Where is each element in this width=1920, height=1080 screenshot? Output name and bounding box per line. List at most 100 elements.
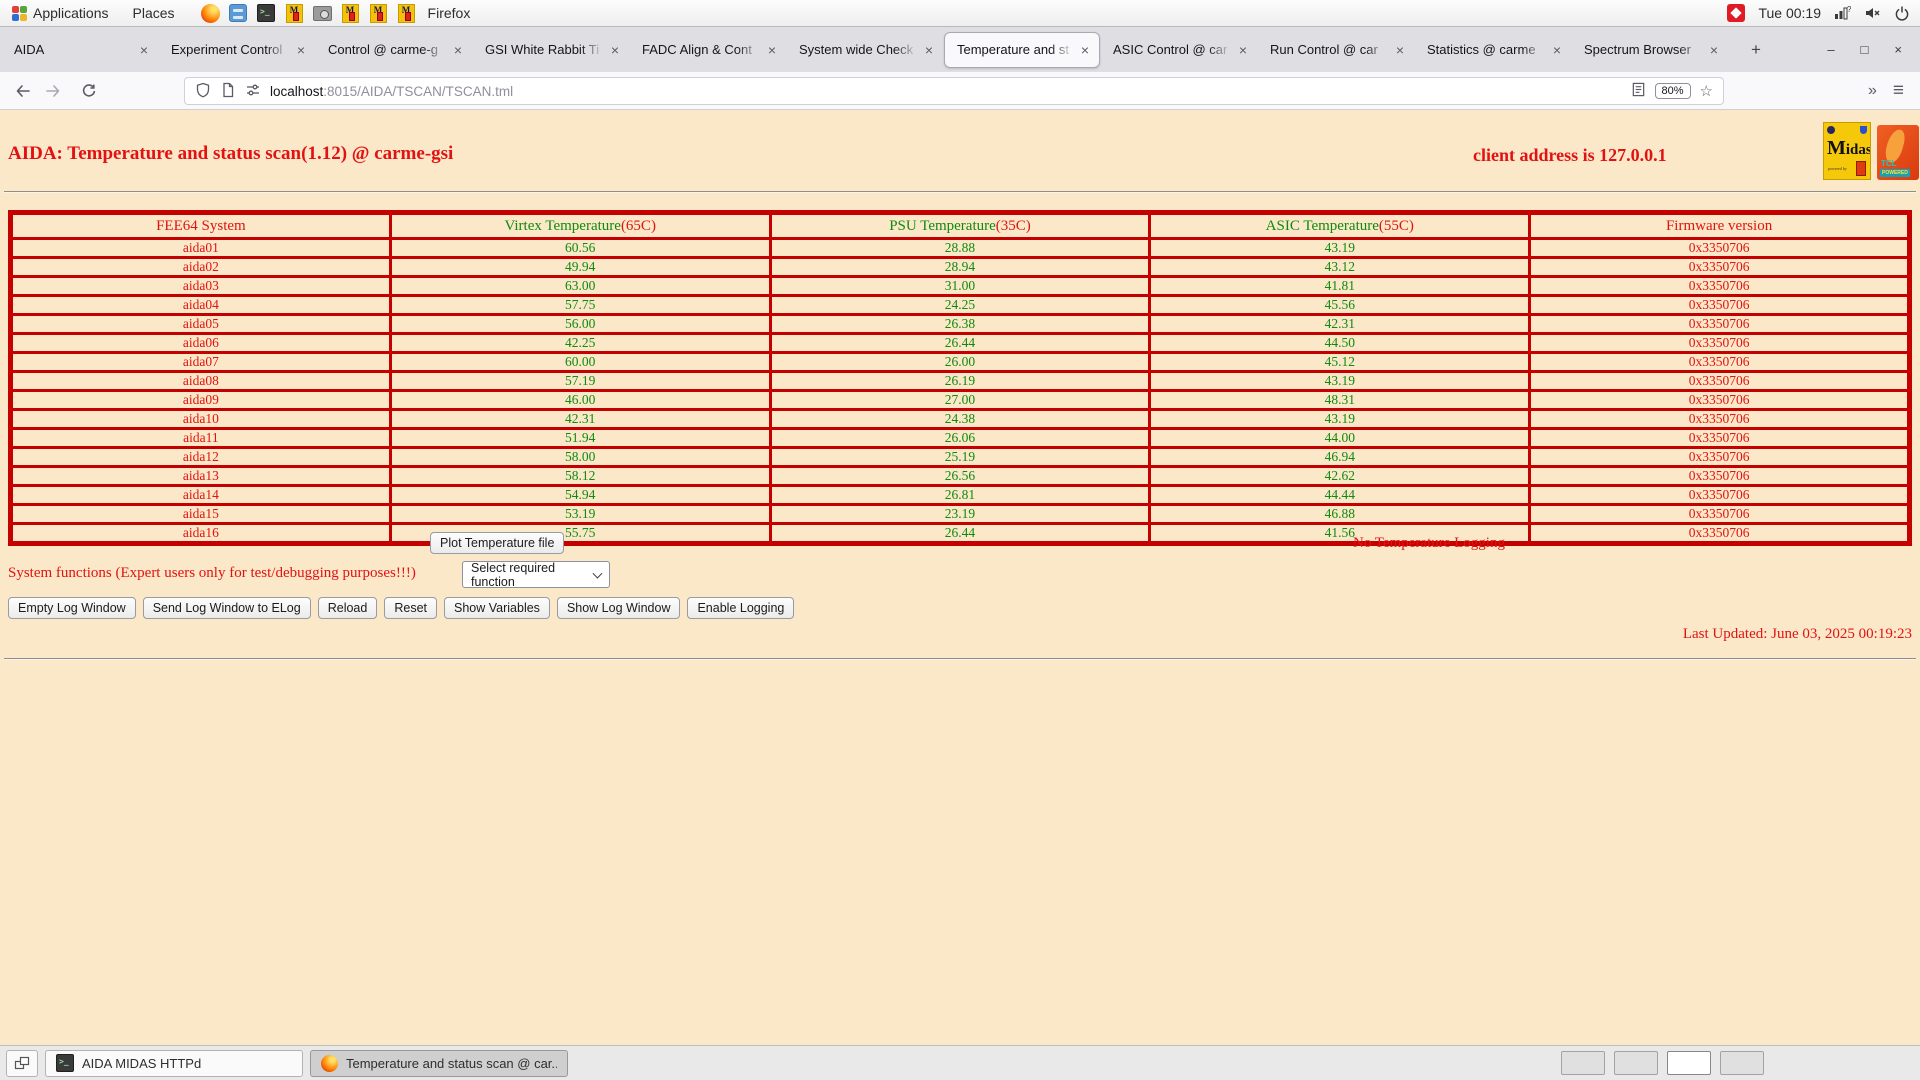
column-header: Virtex Temperature(65C) [388, 211, 772, 240]
browser-tab[interactable]: AIDA × [2, 32, 158, 68]
cell-psu: 31.00 [768, 275, 1152, 297]
tab-close-icon[interactable]: × [1235, 42, 1251, 58]
midas-launcher-icon[interactable]: M [285, 3, 304, 23]
column-header-text: Firmware version [1665, 217, 1773, 234]
action-button[interactable]: Show Variables [444, 597, 550, 619]
back-icon[interactable] [8, 77, 38, 105]
hamburger-menu-icon[interactable]: ≡ [1893, 80, 1904, 102]
url-host: localhost [270, 83, 324, 99]
midas-launcher-icon[interactable]: M [369, 3, 388, 23]
tab-title: Spectrum Browser [1584, 42, 1691, 57]
cell-system: aida16 [9, 522, 392, 545]
forward-icon[interactable] [38, 77, 68, 105]
cell-system: aida12 [9, 446, 392, 468]
action-button[interactable]: Enable Logging [687, 597, 795, 619]
active-app-menu[interactable]: Firefox [416, 0, 483, 26]
window-list-button[interactable] [6, 1049, 38, 1077]
taskbar-task-firefox[interactable]: Temperature and status scan @ car... [310, 1049, 568, 1077]
task-label: Temperature and status scan @ car... [346, 1055, 557, 1071]
cell-psu: 27.00 [768, 389, 1152, 411]
function-select[interactable]: Select required function [462, 561, 610, 589]
zoom-level-chip[interactable]: 80% [1654, 83, 1691, 99]
browser-tab[interactable]: Run Control @ car × [1258, 32, 1414, 68]
tab-close-icon[interactable]: × [1392, 42, 1408, 58]
minimize-icon[interactable]: – [1827, 42, 1834, 57]
action-button[interactable]: Reset [384, 597, 437, 619]
tcl-powered-logo[interactable]: TCL POWERED [1877, 125, 1919, 180]
clock[interactable]: Tue 00:19 [1758, 5, 1821, 21]
screenshot-launcher-icon[interactable] [312, 4, 332, 23]
firefox-launcher-icon[interactable] [200, 3, 220, 23]
task-label: AIDA MIDAS HTTPd [82, 1055, 202, 1071]
tab-close-icon[interactable]: × [450, 42, 466, 58]
plot-temperature-button[interactable]: Plot Temperature file [430, 532, 565, 554]
workspace-cell[interactable] [1614, 1051, 1658, 1075]
terminal-launcher-icon[interactable]: >_ [257, 4, 276, 23]
midas-launcher-icon[interactable]: M [341, 3, 360, 23]
system-functions-label: System functions (Expert users only for … [8, 565, 416, 581]
reload-icon[interactable] [74, 77, 104, 105]
url-bar[interactable]: localhost:8015/AIDA/TSCAN/TSCAN.tml 80% … [184, 77, 1724, 105]
workspace-cell[interactable] [1720, 1051, 1764, 1075]
maximize-icon[interactable]: □ [1861, 42, 1869, 57]
tab-close-icon[interactable]: × [1549, 42, 1565, 58]
browser-tab[interactable]: System wide Check × [787, 32, 943, 68]
table-row: aida01 60.56 28.88 43.19 0x3350706 [9, 237, 1911, 259]
cell-system: aida01 [9, 237, 392, 259]
cell-firmware: 0x3350706 [1528, 484, 1911, 506]
tab-close-icon[interactable]: × [136, 42, 152, 58]
browser-tab[interactable]: FADC Align & Cont × [630, 32, 786, 68]
applications-menu[interactable]: Applications [0, 0, 121, 26]
network-icon[interactable]: ? [1834, 5, 1851, 21]
files-launcher-icon[interactable] [229, 4, 248, 23]
reader-mode-icon[interactable] [1631, 82, 1646, 100]
volume-muted-icon[interactable] [1864, 5, 1881, 21]
cell-firmware: 0x3350706 [1528, 370, 1911, 392]
page-info-icon[interactable] [220, 82, 236, 101]
action-button[interactable]: Send Log Window to ELog [142, 597, 311, 619]
column-header: PSU Temperature(35C) [768, 211, 1152, 240]
browser-tab[interactable]: Control @ carme-g × [316, 32, 472, 68]
midas-logo[interactable]: Midas powered by [1823, 122, 1871, 180]
workspace-cell[interactable] [1561, 1051, 1605, 1075]
taskbar-task-midas-httpd[interactable]: >_ AIDA MIDAS HTTPd [45, 1049, 303, 1077]
browser-tab[interactable]: ASIC Control @ car × [1101, 32, 1257, 68]
cell-virtex: 46.00 [388, 389, 772, 411]
new-tab-button[interactable]: + [1741, 38, 1771, 62]
cell-asic: 44.44 [1148, 484, 1532, 506]
tab-close-icon[interactable]: × [1706, 42, 1722, 58]
overflow-menu-icon[interactable]: » [1868, 82, 1877, 100]
places-menu[interactable]: Places [121, 0, 187, 26]
recording-indicator-icon[interactable] [1727, 4, 1746, 22]
tab-title: FADC Align & Cont [642, 42, 752, 57]
cell-virtex: 58.00 [388, 446, 772, 468]
tab-close-icon[interactable]: × [607, 42, 623, 58]
midas-launcher-icon[interactable]: M [397, 3, 416, 23]
cell-asic: 43.12 [1148, 256, 1532, 278]
cell-asic: 46.88 [1148, 503, 1532, 525]
tab-close-icon[interactable]: × [1077, 42, 1093, 58]
tab-close-icon[interactable]: × [764, 42, 780, 58]
browser-tab[interactable]: Spectrum Browser × [1572, 32, 1728, 68]
power-icon[interactable] [1894, 5, 1910, 21]
action-button[interactable]: Show Log Window [556, 597, 681, 619]
bookmark-star-icon[interactable]: ☆ [1700, 82, 1713, 100]
cell-system: aida06 [9, 332, 392, 354]
table-row: aida14 54.94 26.81 44.44 0x3350706 [9, 484, 1911, 506]
close-icon[interactable]: × [1894, 42, 1902, 57]
cell-virtex: 49.94 [388, 256, 772, 278]
svg-text:?: ? [1847, 5, 1851, 14]
action-button[interactable]: Empty Log Window [8, 597, 136, 619]
cell-asic: 45.56 [1148, 294, 1532, 316]
browser-tab[interactable]: Experiment Control × [159, 32, 315, 68]
action-button[interactable]: Reload [317, 597, 378, 619]
tab-close-icon[interactable]: × [921, 42, 937, 58]
browser-tab[interactable]: Temperature and st × [944, 31, 1100, 68]
permissions-icon[interactable] [245, 82, 261, 101]
url-text[interactable]: localhost:8015/AIDA/TSCAN/TSCAN.tml [270, 84, 1622, 99]
tab-close-icon[interactable]: × [293, 42, 309, 58]
browser-tab[interactable]: Statistics @ carme × [1415, 32, 1571, 68]
shield-icon[interactable] [195, 82, 211, 101]
browser-tab[interactable]: GSI White Rabbit Ti × [473, 32, 629, 68]
workspace-cell[interactable] [1667, 1051, 1711, 1075]
